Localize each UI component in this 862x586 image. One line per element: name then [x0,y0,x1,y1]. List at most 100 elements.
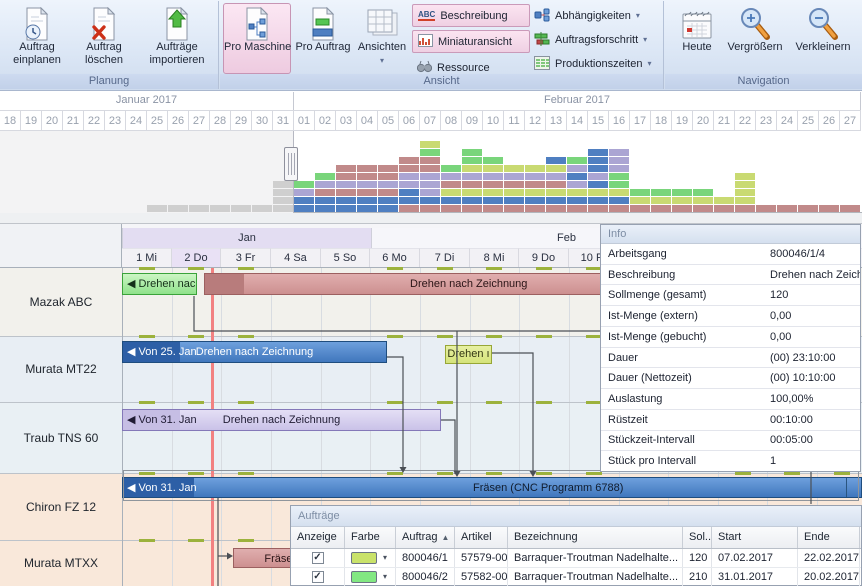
color-dropdown-icon[interactable]: ▾ [383,568,387,586]
timeline-day-cell[interactable]: 13 [546,110,567,131]
production-time-tick [139,401,155,404]
info-panel-title[interactable]: Info [601,225,860,244]
gantt-bar[interactable]: Drehen ı [445,345,492,364]
timeline-day-cell[interactable]: 22 [84,110,105,131]
gantt-bar[interactable]: ◀ Von 31. JanDrehen nach Zeichnung [122,409,441,431]
orders-panel-title[interactable]: Aufträge [291,506,861,527]
pro-maschine-button[interactable]: Pro Maschine [223,3,291,74]
timeline-day-cell[interactable]: 04 [357,110,378,131]
gantt-day-header[interactable]: 5 So [321,248,370,268]
timeline-day-cell[interactable]: 09 [462,110,483,131]
timeline-day-cell[interactable]: 25 [798,110,819,131]
anzeige-checkbox[interactable]: ✓ [312,571,324,583]
timeline-day-cell[interactable]: 17 [630,110,651,131]
auftrag-loeschen-button[interactable]: Auftrag löschen [73,3,135,74]
timeline-day-cell[interactable]: 21 [63,110,84,131]
orders-column-header[interactable]: Artikel [455,527,508,548]
timeline-day-cell[interactable]: 28 [210,110,231,131]
orders-column-header[interactable]: Start [712,527,798,548]
gantt-day-header[interactable]: 1 Mi [122,248,172,268]
scroll-strip[interactable] [0,213,862,224]
verkleinern-button[interactable]: Verkleinern [790,3,856,74]
timeline-day-cell[interactable]: 24 [126,110,147,131]
timeline-day-cell[interactable]: 18 [0,110,21,131]
minimap-load-cell [441,197,461,204]
timeline-day-cell[interactable]: 10 [483,110,504,131]
gantt-day-header[interactable]: 9 Do [519,248,569,268]
timeline-day-cell[interactable]: 12 [525,110,546,131]
timeline-day-cell[interactable]: 03 [336,110,357,131]
gantt-day-header[interactable]: 8 Mi [470,248,519,268]
minimap-load-cell [294,189,314,196]
timeline-day-cell[interactable]: 15 [588,110,609,131]
timeline-day-cell[interactable]: 31 [273,110,294,131]
timeline-day-cell[interactable]: 26 [819,110,840,131]
orders-column-header[interactable]: Sol... [683,527,712,548]
minimap-splitter-handle[interactable] [284,147,298,181]
orders-column-header[interactable]: Ende [798,527,860,548]
pro-auftrag-label: Pro Auftrag [295,41,351,54]
auftrag-einplanen-button[interactable]: Auftrag einplanen [5,3,69,74]
heute-button[interactable]: Heute [673,3,721,74]
minimap-load-cell [420,157,440,164]
abhaengigkeiten-dropdown[interactable]: Abhängigkeiten ▾ [534,6,640,26]
miniaturansicht-toggle[interactable]: Miniaturansicht [412,30,530,53]
color-dropdown-icon[interactable]: ▾ [383,549,387,567]
minimap-load-cell [294,205,314,212]
timeline-day-cell[interactable]: 06 [399,110,420,131]
timeline-day-cell[interactable]: 29 [231,110,252,131]
pro-auftrag-button[interactable]: Pro Auftrag [294,3,352,74]
timeline-day-cell[interactable]: 21 [714,110,735,131]
timeline-day-cell[interactable]: 19 [21,110,42,131]
timeline-day-cell[interactable]: 26 [168,110,189,131]
gantt-day-header[interactable]: 6 Mo [370,248,420,268]
timeline-day-cell[interactable]: 05 [378,110,399,131]
timeline-day-cell[interactable]: 11 [504,110,525,131]
timeline-day-cell[interactable]: 16 [609,110,630,131]
production-time-tick [536,335,552,338]
timeline-day-cell[interactable]: 20 [693,110,714,131]
timeline-day-cell[interactable]: 23 [756,110,777,131]
timeline-day-cell[interactable]: 27 [189,110,210,131]
orders-column-header[interactable]: Auftrag▲ [396,527,455,548]
order-color-swatch[interactable] [351,571,377,583]
timeline-day-cell[interactable]: 02 [315,110,336,131]
timeline-day-cell[interactable]: 23 [105,110,126,131]
timeline-day-cell[interactable]: 18 [651,110,672,131]
ansichten-button[interactable]: Ansichten ▾ [356,3,408,74]
orders-column-header[interactable]: Anzeige [291,527,345,548]
minimap-load-cell [336,181,356,188]
timeline-day-cell[interactable]: 30 [252,110,273,131]
gantt-day-header[interactable]: 4 Sa [271,248,321,268]
auftragsforschritt-dropdown[interactable]: Auftragsforschritt ▾ [534,30,647,50]
orders-column-header[interactable]: Bezeichnung [508,527,683,548]
timeline-day-cell[interactable]: 27 [840,110,861,131]
gantt-bar[interactable]: ◀ Von 25. JanDrehen nach Zeichnung [122,341,387,363]
gantt-day-header[interactable]: 2 Do [172,248,221,268]
timeline-day-cell[interactable]: 19 [672,110,693,131]
timeline-day-cell[interactable]: 24 [777,110,798,131]
timeline-day-cell[interactable]: 25 [147,110,168,131]
order-color-swatch[interactable] [351,552,377,564]
minimap-load-cell [462,205,482,212]
timeline-day-cell[interactable]: 01 [294,110,315,131]
orders-column-header[interactable]: Farbe [345,527,396,548]
beschreibung-toggle[interactable]: ABC Beschreibung [412,4,530,27]
timeline-day-cell[interactable]: 22 [735,110,756,131]
timeline-day-cell[interactable]: 07 [420,110,441,131]
order-table-row[interactable]: ✓▾800046/257582-00Barraquer-Troutman Nad… [291,568,861,586]
vergroessern-button[interactable]: Vergrößern [722,3,788,74]
minimap-load-cell [399,173,419,180]
gantt-day-header[interactable]: 3 Fr [221,248,271,268]
minimap-load-cell [483,205,503,212]
gantt-bar[interactable]: ◀ Drehen nac [122,273,197,295]
produktionszeiten-dropdown[interactable]: Produktionszeiten ▾ [534,54,651,74]
timeline-day-cell[interactable]: 14 [567,110,588,131]
minimap-collapsed-region [0,131,294,213]
auftraege-importieren-button[interactable]: Aufträge importieren [141,3,213,74]
timeline-day-cell[interactable]: 20 [42,110,63,131]
order-table-row[interactable]: ✓▾800046/157579-00Barraquer-Troutman Nad… [291,549,861,568]
anzeige-checkbox[interactable]: ✓ [312,552,324,564]
gantt-day-header[interactable]: 7 Di [420,248,470,268]
timeline-day-cell[interactable]: 08 [441,110,462,131]
